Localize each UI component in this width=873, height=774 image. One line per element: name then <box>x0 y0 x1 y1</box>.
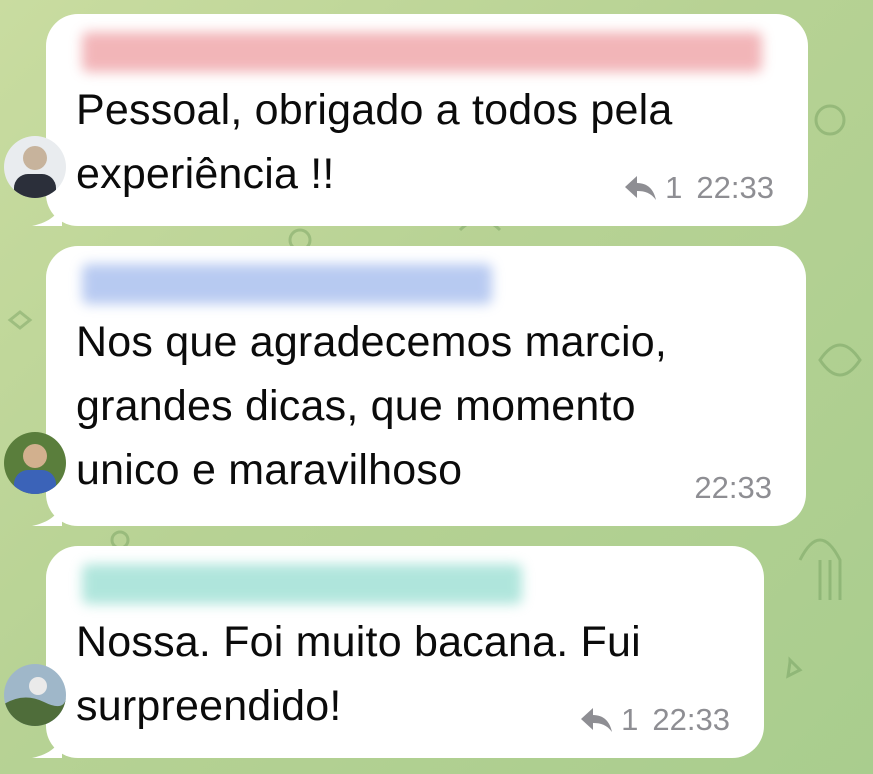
message-text: Nos que agradecemos marcio, grandes dica… <box>76 318 667 494</box>
message-meta: 1 22:33 <box>579 702 730 738</box>
avatar[interactable] <box>4 432 66 494</box>
message-bubble[interactable]: Nos que agradecemos marcio, grandes dica… <box>4 246 806 526</box>
message-time: 22:33 <box>696 170 774 205</box>
message-time: 22:33 <box>652 702 730 737</box>
avatar[interactable] <box>4 136 66 198</box>
sender-name-redacted[interactable] <box>82 564 522 604</box>
reply-count: 1 <box>621 702 639 737</box>
reply-arrow-icon[interactable] <box>623 174 657 202</box>
reply-arrow-icon[interactable] <box>579 706 613 734</box>
sender-name-redacted[interactable] <box>82 32 762 72</box>
message-bubble[interactable]: Pessoal, obrigado a todos pela experiênc… <box>4 14 808 226</box>
sender-name-redacted[interactable] <box>82 264 492 304</box>
bubble-tail <box>32 732 62 758</box>
bubble-tail <box>32 500 62 526</box>
message-time: 22:33 <box>694 470 772 505</box>
message-bubble[interactable]: Nossa. Foi muito bacana. Fui surpreendid… <box>4 546 764 758</box>
message-meta: 1 22:33 <box>623 170 774 206</box>
bubble-tail <box>32 200 62 226</box>
avatar[interactable] <box>4 664 66 726</box>
message-meta: 22:33 <box>694 470 772 506</box>
reply-count: 1 <box>665 170 683 205</box>
